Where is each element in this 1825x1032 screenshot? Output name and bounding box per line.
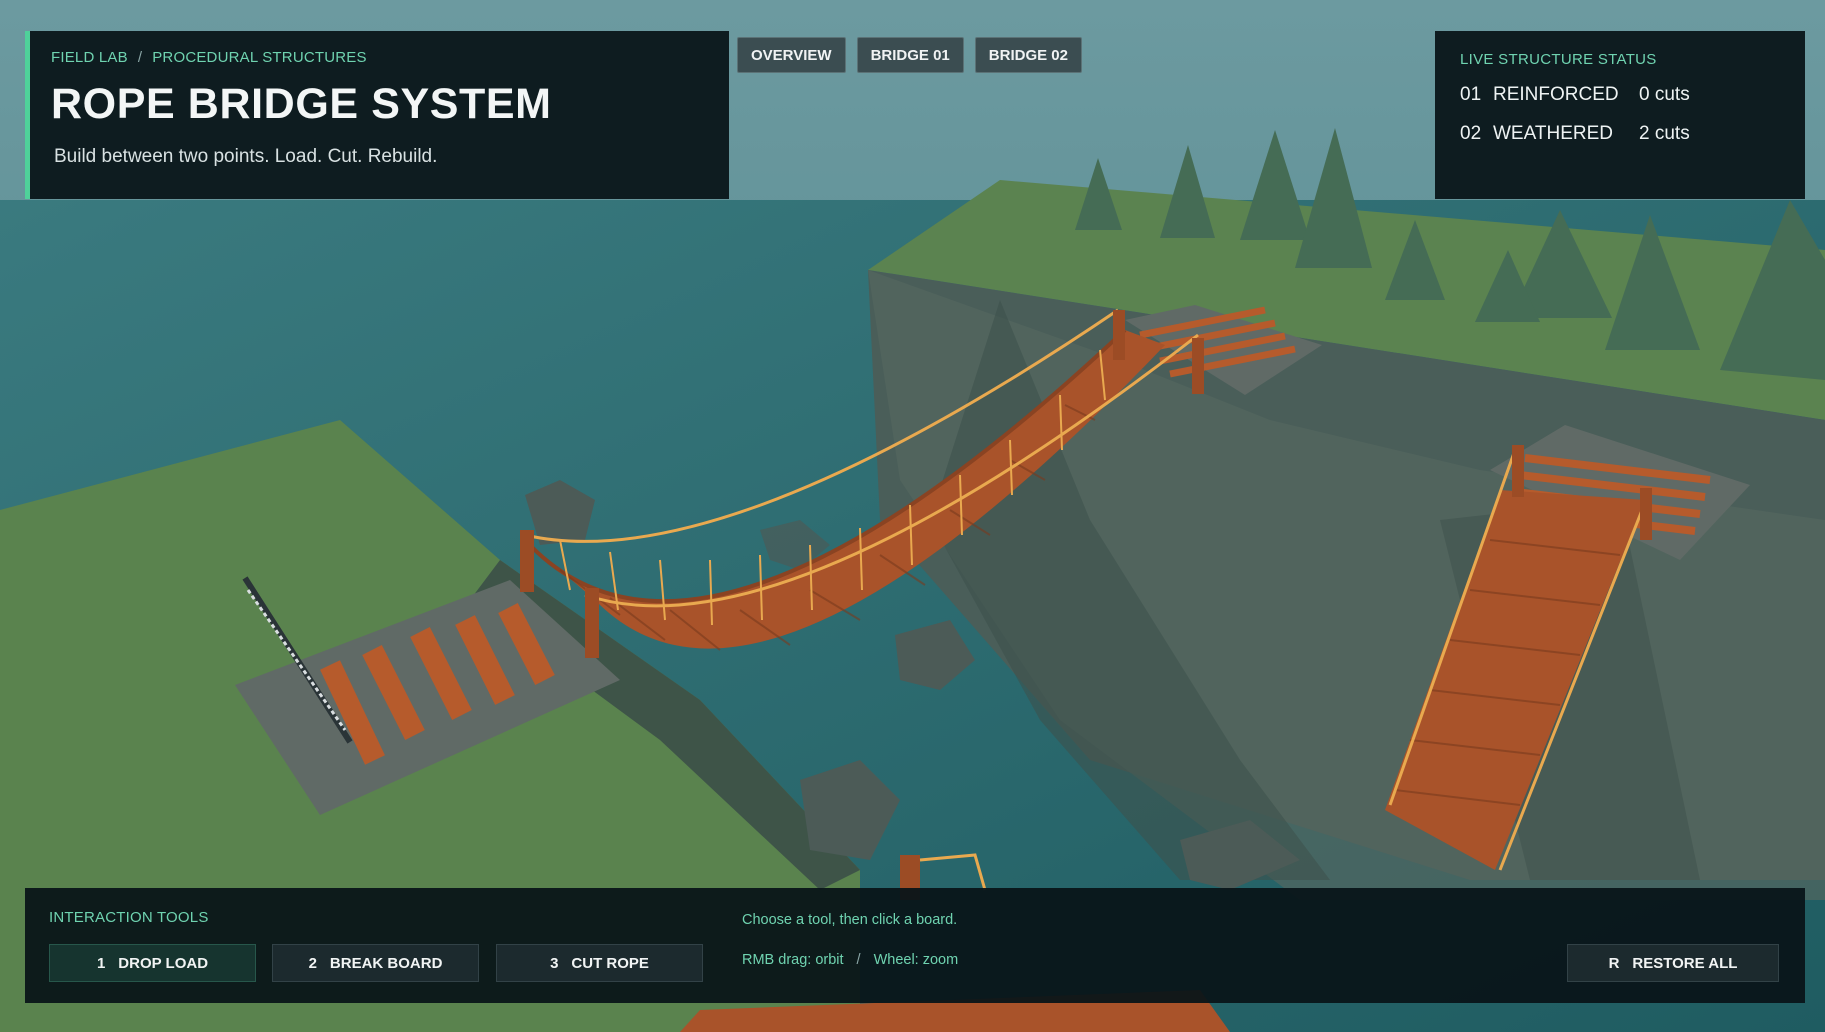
tab-bridge-02[interactable]: BRIDGE 02 xyxy=(974,37,1082,73)
cut-rope-button[interactable]: 3 CUT ROPE xyxy=(496,944,703,982)
shortcut-key: R xyxy=(1608,954,1620,972)
shortcut-key: 1 xyxy=(96,954,106,972)
shortcut-key: 3 xyxy=(550,954,559,972)
breadcrumb-item-field-lab[interactable]: FIELD LAB xyxy=(51,49,128,66)
restore-all-button[interactable]: R RESTORE ALL xyxy=(1567,944,1779,982)
tools-title: INTERACTION TOOLS xyxy=(49,909,209,926)
tool-hint: Choose a tool, then click a board. xyxy=(742,912,958,928)
status-state: REINFORCED xyxy=(1493,84,1619,105)
orbit-hint: RMB drag: orbit xyxy=(742,952,844,968)
button-label: DROP LOAD xyxy=(118,954,209,972)
status-id: 01 xyxy=(1460,84,1482,105)
tab-overview[interactable]: OVERVIEW xyxy=(737,37,846,73)
status-title: LIVE STRUCTURE STATUS xyxy=(1460,51,1657,68)
button-label: RESTORE ALL xyxy=(1632,954,1738,972)
break-board-button[interactable]: 2 BREAK BOARD xyxy=(272,944,479,982)
tab-bridge-01[interactable]: BRIDGE 01 xyxy=(856,37,964,73)
button-label: CUT ROPE xyxy=(571,954,649,972)
camera-controls-hint: RMB drag: orbit / Wheel: zoom xyxy=(742,952,958,968)
breadcrumb-separator: / xyxy=(137,49,143,66)
page-title: ROPE BRIDGE SYSTEM xyxy=(51,80,552,128)
status-row-bridge-01: 01 REINFORCED 0 cuts xyxy=(1460,84,1805,106)
hint-separator: / xyxy=(856,952,861,968)
status-cuts: 2 cuts xyxy=(1639,123,1690,144)
breadcrumb-item-procedural-structures[interactable]: PROCEDURAL STRUCTURES xyxy=(152,49,367,66)
zoom-hint: Wheel: zoom xyxy=(873,952,959,968)
button-label: BREAK BOARD xyxy=(329,954,443,972)
page-subtitle: Build between two points. Load. Cut. Reb… xyxy=(54,146,438,167)
drop-load-button[interactable]: 1 DROP LOAD xyxy=(49,944,256,982)
interaction-tools-bar: INTERACTION TOOLS 1 DROP LOAD 2 BREAK BO… xyxy=(25,888,1805,1003)
breadcrumb: FIELD LAB / PROCEDURAL STRUCTURES xyxy=(51,49,729,66)
title-panel: FIELD LAB / PROCEDURAL STRUCTURES ROPE BRI… xyxy=(25,31,729,199)
status-row-bridge-02: 02 WEATHERED 2 cuts xyxy=(1460,123,1805,145)
status-state: WEATHERED xyxy=(1493,123,1613,144)
status-id: 02 xyxy=(1460,123,1482,144)
structure-status-panel: LIVE STRUCTURE STATUS 01 REINFORCED 0 cu… xyxy=(1435,31,1805,199)
view-tabs: OVERVIEW BRIDGE 01 BRIDGE 02 xyxy=(737,37,1082,73)
shortcut-key: 2 xyxy=(308,954,317,972)
status-cuts: 0 cuts xyxy=(1639,84,1690,105)
